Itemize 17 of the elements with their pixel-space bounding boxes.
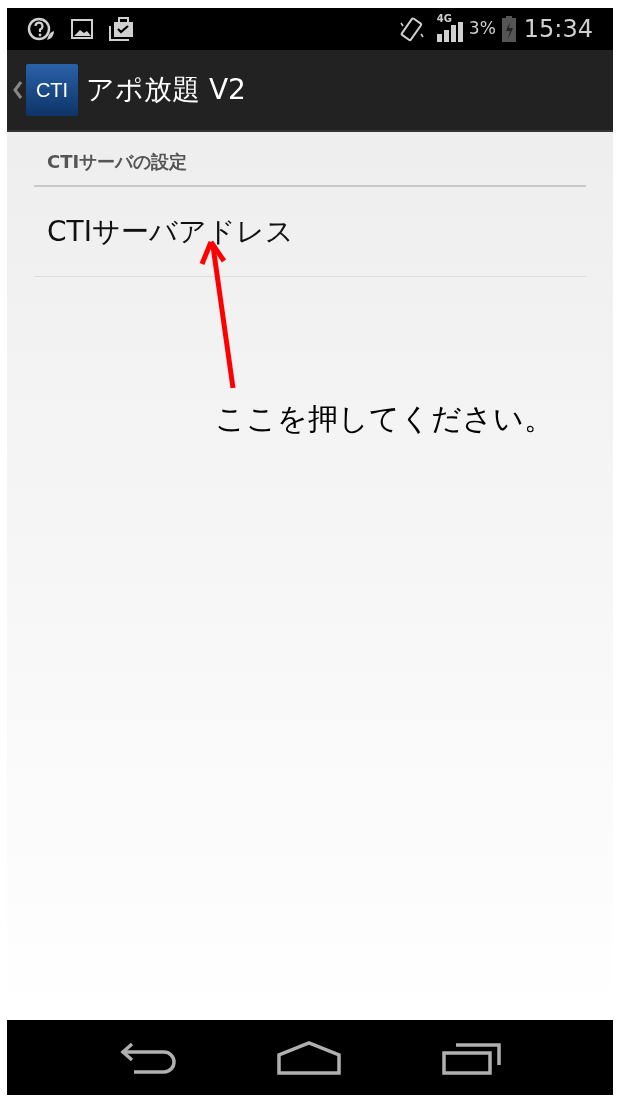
recent-apps-icon[interactable] bbox=[442, 1040, 503, 1075]
app-title: アポ放題 V2 bbox=[86, 72, 246, 108]
back-caret-icon bbox=[13, 81, 23, 99]
image-icon bbox=[71, 19, 93, 39]
network-type: 4G bbox=[436, 14, 452, 24]
clipboard-check-icon bbox=[109, 17, 135, 41]
clock: 15:34 bbox=[523, 14, 593, 45]
help-icon bbox=[27, 16, 57, 42]
app-logo: CTI bbox=[26, 64, 78, 116]
vibrate-phone-icon bbox=[398, 15, 425, 43]
instruction-note: ここを押してください。 bbox=[215, 400, 554, 438]
battery-icon bbox=[501, 16, 516, 42]
home-icon[interactable] bbox=[277, 1040, 341, 1075]
category-header: CTIサーバの設定 bbox=[34, 132, 586, 187]
battery-percent: 3% bbox=[468, 17, 496, 41]
setting-item[interactable]: CTIサーバアドレス bbox=[47, 210, 294, 253]
signal-icon bbox=[436, 22, 463, 42]
